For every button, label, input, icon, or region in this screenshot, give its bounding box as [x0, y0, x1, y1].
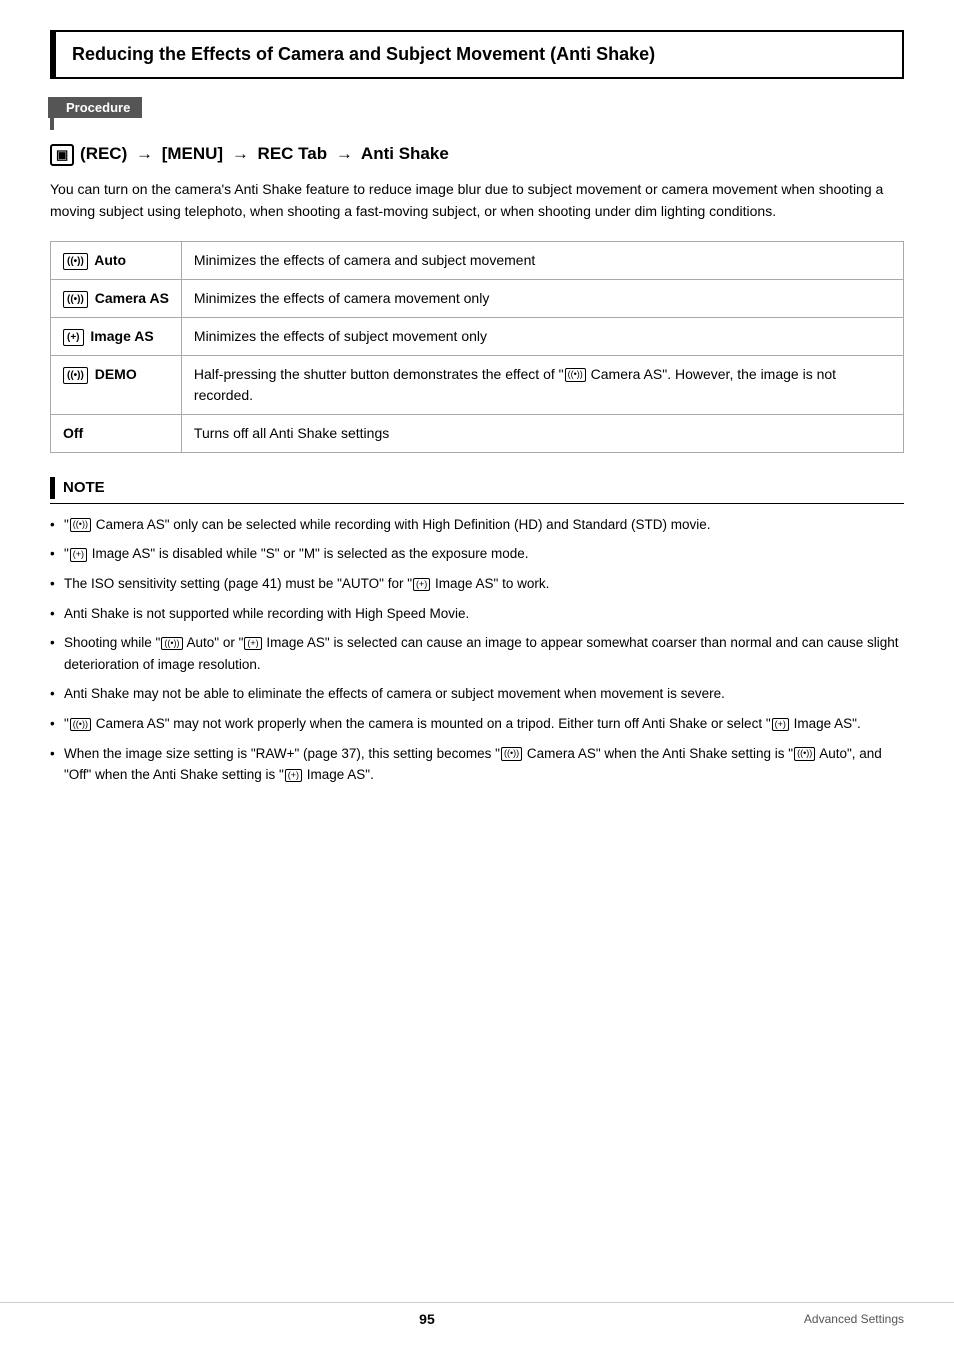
image-as-icon: (+) [63, 329, 84, 346]
setting-desc-off: Turns off all Anti Shake settings [181, 414, 903, 452]
note8-icon1: ((•)) [501, 747, 522, 761]
setting-label-auto: ((•)) Auto [51, 241, 182, 279]
setting-name-demo: DEMO [95, 366, 137, 382]
note-header-text: NOTE [63, 479, 105, 496]
setting-label-demo: ((•)) DEMO [51, 355, 182, 414]
setting-label-image-as: (+) Image AS [51, 317, 182, 355]
note7-icon2: (+) [772, 718, 789, 732]
note7-icon: ((•)) [70, 718, 91, 732]
note8-icon2: ((•)) [794, 747, 815, 761]
setting-name-camera-as: Camera AS [95, 290, 169, 306]
setting-desc-camera-as: Minimizes the effects of camera movement… [181, 279, 903, 317]
note2-icon: (+) [70, 548, 87, 562]
page-number: 95 [50, 1311, 804, 1327]
table-row: ((•)) Camera AS Minimizes the effects of… [51, 279, 904, 317]
setting-name-auto: Auto [94, 252, 126, 268]
setting-desc-demo: Half-pressing the shutter button demonst… [181, 355, 903, 414]
note-section: NOTE "((•)) Camera AS" only can be selec… [50, 477, 904, 786]
page-container: Reducing the Effects of Camera and Subje… [0, 0, 954, 1357]
rec-icon: ▣ [50, 144, 74, 166]
procedure-wrapper: Procedure [50, 97, 904, 130]
note3-icon: (+) [413, 578, 430, 592]
setting-name-image-as: Image AS [90, 328, 153, 344]
list-item: Anti Shake is not supported while record… [50, 603, 904, 625]
settings-table: ((•)) Auto Minimizes the effects of came… [50, 241, 904, 453]
nav-path: ▣ (REC) → [MENU] → REC Tab → Anti Shake [50, 142, 904, 166]
list-item: When the image size setting is "RAW+" (p… [50, 743, 904, 786]
list-item: The ISO sensitivity setting (page 41) mu… [50, 573, 904, 595]
table-row: Off Turns off all Anti Shake settings [51, 414, 904, 452]
note5-icon1: ((•)) [161, 637, 182, 651]
table-row: ((•)) DEMO Half-pressing the shutter but… [51, 355, 904, 414]
list-item: "((•)) Camera AS" may not work properly … [50, 713, 904, 735]
nav-text: (REC) → [MENU] → REC Tab → Anti Shake [80, 144, 449, 163]
title-box: Reducing the Effects of Camera and Subje… [50, 30, 904, 79]
page-footer: 95 Advanced Settings [0, 1302, 954, 1327]
camera-as-icon: ((•)) [63, 291, 88, 308]
note1-icon: ((•)) [70, 518, 91, 532]
list-item: Anti Shake may not be able to eliminate … [50, 683, 904, 705]
list-item: Shooting while "((•)) Auto" or "(+) Imag… [50, 632, 904, 675]
demo-icon: ((•)) [63, 367, 88, 384]
note-list: "((•)) Camera AS" only can be selected w… [50, 514, 904, 786]
footer-label: Advanced Settings [804, 1312, 904, 1326]
procedure-badge: Procedure [54, 97, 142, 118]
table-row: ((•)) Auto Minimizes the effects of came… [51, 241, 904, 279]
table-row: (+) Image AS Minimizes the effects of su… [51, 317, 904, 355]
setting-name-off: Off [63, 425, 83, 441]
list-item: "(+) Image AS" is disabled while "S" or … [50, 543, 904, 565]
description-text: You can turn on the camera's Anti Shake … [50, 178, 904, 223]
auto-icon: ((•)) [63, 253, 88, 270]
note8-icon3: (+) [285, 769, 302, 783]
setting-desc-auto: Minimizes the effects of camera and subj… [181, 241, 903, 279]
list-item: "((•)) Camera AS" only can be selected w… [50, 514, 904, 536]
demo-inline-icon: ((•)) [565, 368, 586, 382]
page-title: Reducing the Effects of Camera and Subje… [72, 42, 886, 67]
setting-label-off: Off [51, 414, 182, 452]
note5-icon2: (+) [244, 637, 261, 651]
setting-desc-image-as: Minimizes the effects of subject movemen… [181, 317, 903, 355]
note-header: NOTE [50, 477, 904, 504]
setting-label-camera-as: ((•)) Camera AS [51, 279, 182, 317]
